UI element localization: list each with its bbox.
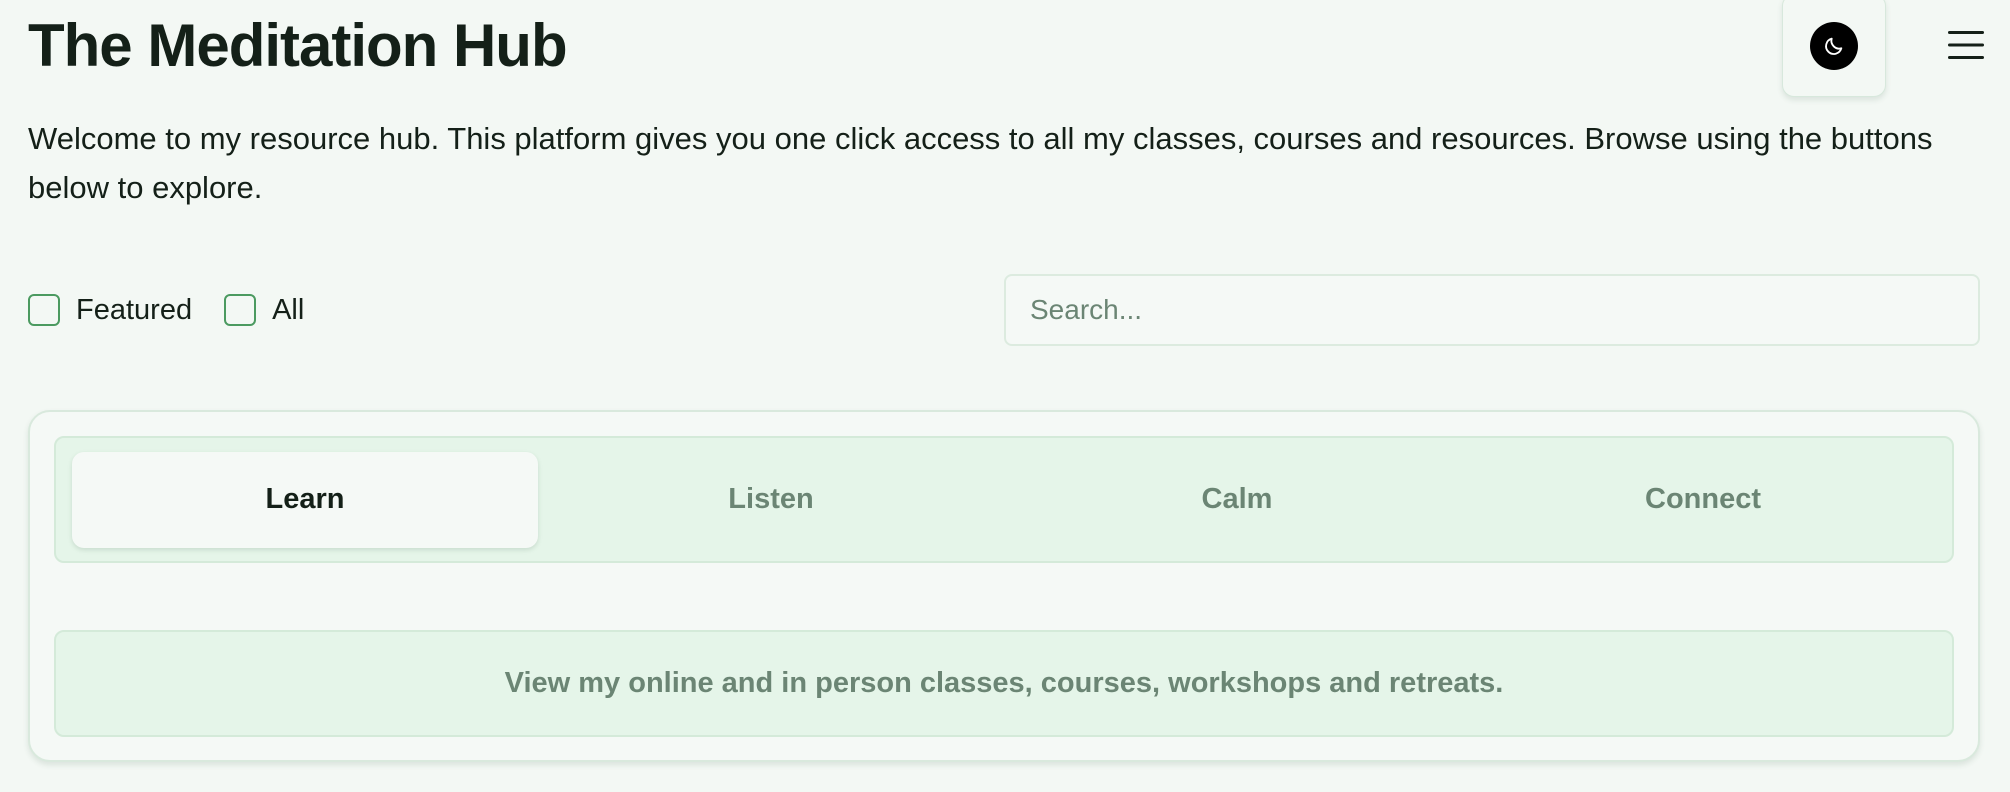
page: The Meditation Hub Welcome to my resourc… xyxy=(0,0,2010,792)
filter-label: All xyxy=(272,293,305,326)
tab-connect[interactable]: Connect xyxy=(1470,452,1936,548)
all-checkbox[interactable] xyxy=(224,294,257,326)
resource-card: Learn Listen Calm Connect View my online… xyxy=(28,410,1980,762)
tab-description: View my online and in person classes, co… xyxy=(54,630,1954,737)
moon-icon xyxy=(1810,21,1858,70)
tab-listen[interactable]: Listen xyxy=(538,452,1004,548)
search-input[interactable] xyxy=(1004,274,1980,346)
hamburger-menu-icon xyxy=(1948,31,1984,59)
tab-calm[interactable]: Calm xyxy=(1004,452,1470,548)
menu-button[interactable] xyxy=(1946,26,1986,64)
featured-checkbox[interactable] xyxy=(28,294,60,326)
filter-featured[interactable]: Featured xyxy=(28,294,192,327)
filter-label: Featured xyxy=(76,293,193,326)
filter-group: Featured All xyxy=(28,290,336,330)
theme-toggle-button[interactable] xyxy=(1782,0,1886,97)
intro-text: Welcome to my resource hub. This platfor… xyxy=(28,121,1933,205)
tab-learn[interactable]: Learn xyxy=(72,451,538,548)
filter-all[interactable]: All xyxy=(224,294,304,327)
page-title: The Meditation Hub xyxy=(28,12,568,79)
tab-bar: Learn Listen Calm Connect xyxy=(54,436,1954,563)
